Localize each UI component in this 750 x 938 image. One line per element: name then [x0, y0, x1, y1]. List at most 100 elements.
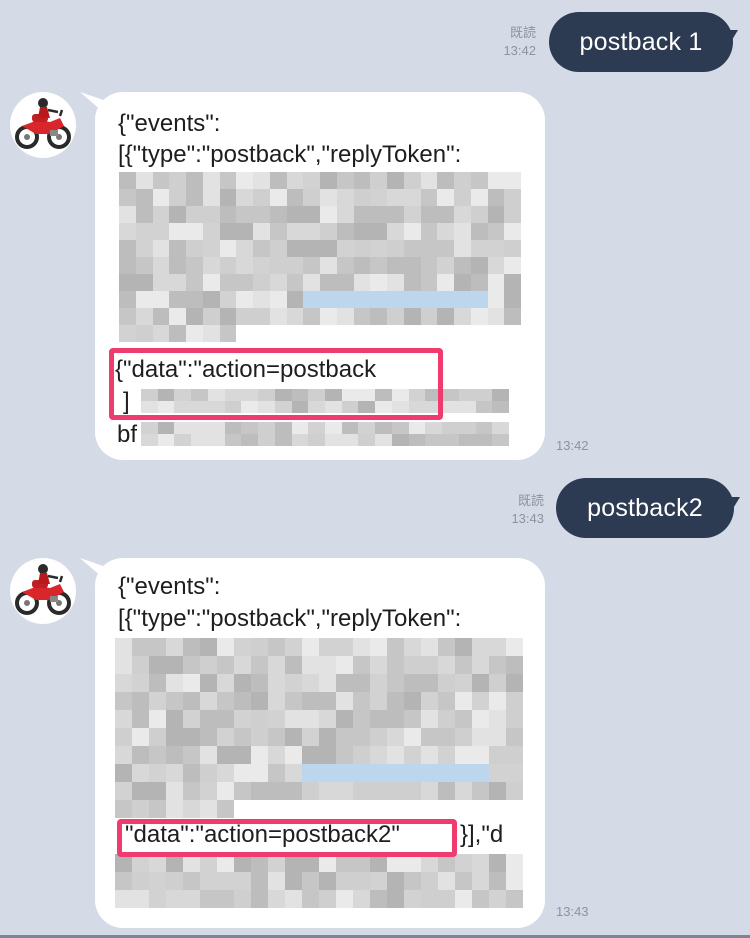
redacted-pixel	[303, 308, 320, 325]
redacted-pixel	[174, 422, 192, 434]
redacted-pixel	[268, 710, 285, 728]
redacted-pixel	[236, 291, 253, 308]
redacted-pixel	[319, 710, 336, 728]
redacted-pixel	[404, 764, 421, 782]
incoming-bubble[interactable]: {"events": [{"type":"postback","replyTok…	[95, 92, 545, 460]
redacted-pixel	[438, 746, 455, 764]
redacted-pixel	[492, 434, 509, 446]
redacted-pixel	[353, 325, 371, 342]
redacted-pixel	[219, 206, 237, 223]
redacted-pixel	[115, 764, 132, 782]
redacted-pixel	[286, 257, 304, 274]
redacted-pixel	[234, 710, 251, 728]
redacted-pixel	[438, 674, 455, 692]
redacted-pixel	[370, 223, 387, 240]
redacted-pixel	[152, 189, 170, 206]
redacted-pixel	[420, 325, 438, 342]
redacted-pixel	[353, 223, 371, 240]
redacted-pixel	[421, 800, 438, 818]
redacted-pixel	[285, 710, 302, 728]
redacted-pixel	[358, 422, 376, 434]
outgoing-bubble[interactable]: postback2	[556, 478, 734, 538]
redacted-pixel	[234, 872, 251, 890]
redacted-pixel	[186, 206, 203, 223]
redacted-pixel	[152, 240, 170, 257]
redacted-pixel	[438, 638, 455, 656]
redacted-pixel	[303, 325, 320, 342]
redacted-pixel	[455, 728, 472, 746]
redacted-pixel	[135, 291, 153, 308]
redacted-pixel	[217, 890, 234, 908]
redacted-pixel	[207, 422, 225, 434]
redacted-pixel	[251, 764, 268, 782]
redacted-pixel	[336, 746, 353, 764]
redacted-pixel	[166, 746, 183, 764]
redacted-pixel	[253, 172, 270, 189]
redacted-pixel	[442, 434, 459, 446]
message-text-line: bf	[117, 421, 138, 448]
outgoing-bubble[interactable]: postback 1	[549, 12, 733, 72]
redacted-pixel	[308, 434, 325, 446]
redacted-pixel	[236, 172, 253, 189]
redacted-pixel	[234, 890, 251, 908]
redacted-pixel	[319, 800, 336, 818]
redacted-pixel	[387, 325, 404, 342]
redacted-pixel	[353, 782, 370, 800]
redacted-pixel	[421, 674, 438, 692]
redacted-pixel	[319, 638, 336, 656]
redacted-pixel	[472, 872, 489, 890]
redacted-pixel	[487, 308, 505, 325]
redacted-pixel	[135, 308, 153, 325]
redacted-pixel	[336, 872, 353, 890]
avatar[interactable]	[10, 92, 76, 158]
redacted-pixel	[286, 206, 304, 223]
redacted-pixel	[217, 872, 234, 890]
redacted-pixel	[489, 692, 506, 710]
redacted-pixel	[455, 656, 472, 674]
incoming-bubble[interactable]: {"events": [{"type":"postback","replyTok…	[95, 558, 545, 928]
redacted-pixel	[268, 890, 285, 908]
redacted-pixel	[489, 710, 506, 728]
redacted-pixel	[504, 223, 521, 240]
redacted-pixel	[387, 890, 404, 908]
message-text: postback 1	[579, 27, 703, 56]
redacted-pixel	[234, 728, 251, 746]
redacted-pixel	[234, 782, 251, 800]
redacted-pixel	[472, 638, 489, 656]
redacted-pixel	[224, 422, 242, 434]
redacted-pixel	[489, 872, 506, 890]
message-time: 13:42	[556, 438, 589, 453]
redacted-pixel	[489, 728, 506, 746]
read-receipt: 既読	[517, 493, 544, 508]
redacted-pixel	[370, 674, 387, 692]
redacted-pixel	[489, 764, 506, 782]
redacted-pixel	[403, 308, 421, 325]
avatar[interactable]	[10, 558, 76, 624]
redacted-pixel	[470, 206, 488, 223]
redacted-pixel	[319, 764, 336, 782]
redacted-pixel	[219, 189, 237, 206]
redacted-pixel	[320, 223, 337, 240]
redacted-pixel	[324, 422, 342, 434]
redacted-pixel	[455, 710, 472, 728]
redacted-pixel	[285, 656, 302, 674]
redacted-pixel	[336, 172, 354, 189]
redacted-pixel	[437, 189, 454, 206]
redacted-pixel	[403, 257, 421, 274]
redacted-pixel	[285, 872, 302, 890]
redacted-pixel	[132, 674, 149, 692]
redacted-pixel	[274, 434, 292, 446]
redacted-pixel	[200, 638, 217, 656]
redacted-pixel	[166, 782, 183, 800]
redacted-pixel	[421, 782, 438, 800]
redacted-pixel	[437, 240, 454, 257]
redacted-pixel	[370, 274, 387, 291]
redacted-pixel	[455, 890, 472, 908]
redacted-pixel	[268, 782, 285, 800]
redacted-pixel	[387, 692, 404, 710]
redacted-pixel	[202, 240, 220, 257]
redacted-pixel	[200, 872, 217, 890]
redacted-pixel	[421, 872, 438, 890]
redacted-pixel	[375, 422, 392, 434]
redacted-pixel	[119, 189, 136, 206]
